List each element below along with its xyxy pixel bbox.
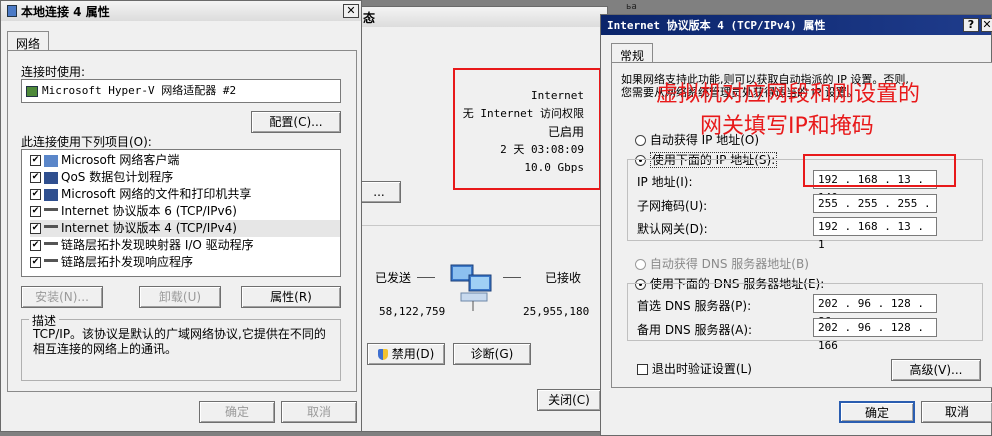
adapter-titlebar: 本地连接 4 属性 — [1, 1, 361, 21]
sent-bytes: 58,122,759 — [379, 305, 446, 318]
uninstall-button[interactable]: 卸载(U) — [139, 286, 221, 308]
checkbox[interactable]: ✔ — [30, 223, 41, 234]
list-item[interactable]: ✔ QoS 数据包计划程序 — [30, 169, 340, 186]
annotation-line-1: 虚拟机对应网段和刚设置的 — [656, 82, 921, 107]
list-item[interactable]: ✔ Internet 协议版本 4 (TCP/IPv4) — [30, 220, 340, 237]
network-icon — [7, 5, 17, 17]
mask-label: 子网掩码(U): — [637, 199, 708, 213]
details-button[interactable]: ... — [357, 181, 401, 203]
list-item[interactable]: ✔ Microsoft 网络客户端 — [30, 152, 340, 169]
gateway-label: 默认网关(D): — [637, 222, 708, 236]
checkbox[interactable]: ✔ — [30, 172, 41, 183]
ok-button[interactable]: 确定 — [839, 401, 915, 423]
received-line — [503, 277, 521, 278]
tab-general[interactable]: 常规 — [611, 43, 654, 63]
service-icon — [44, 171, 58, 184]
protocol-icon — [44, 242, 58, 245]
disable-button[interactable]: 禁用(D) — [367, 343, 445, 365]
ipv4-title: Internet 协议版本 4 (TCP/IPv4) 属性 — [607, 19, 826, 32]
advanced-button[interactable]: 高级(V)... — [891, 359, 981, 381]
alternate-dns-label: 备用 DNS 服务器(A): — [637, 323, 753, 337]
adapter-name-field: Microsoft Hyper-V 网络适配器 #2 — [21, 79, 341, 103]
list-item[interactable]: ✔ 链路层拓扑发现响应程序 — [30, 254, 340, 271]
checkbox[interactable]: ✔ — [30, 155, 41, 166]
radio-auto-dns[interactable] — [635, 259, 646, 270]
preferred-dns-label: 首选 DNS 服务器(P): — [637, 299, 752, 313]
received-bytes: 25,955,180 — [523, 305, 590, 318]
annotation-line-2: 网关填写IP和掩码 — [700, 114, 874, 139]
service-icon — [44, 188, 58, 201]
client-icon — [44, 154, 58, 167]
ok-button[interactable]: 确定 — [199, 401, 275, 423]
shield-icon — [377, 349, 388, 360]
checkbox[interactable]: ✔ — [30, 240, 41, 251]
default-gateway-field[interactable]: 192 . 168 . 13 . 1 — [813, 217, 937, 251]
checkbox[interactable]: ✔ — [30, 189, 41, 200]
items-label: 此连接使用下列项目(O): — [21, 135, 152, 149]
received-label: 已接收 — [545, 271, 582, 285]
help-icon[interactable]: ? — [963, 18, 979, 32]
tab-network[interactable]: 网络 — [7, 31, 50, 51]
adapter-icon — [26, 85, 38, 97]
protocol-icon — [44, 208, 58, 211]
close-icon[interactable]: ✕ — [343, 4, 359, 18]
network-computers-icon — [447, 261, 499, 311]
subnet-mask-field[interactable]: 255 . 255 . 255 . 0 — [813, 194, 937, 228]
status-titlebar: 态 — [359, 7, 607, 27]
validate-on-exit-option[interactable]: 退出时验证设置(L) — [637, 360, 752, 377]
sent-label: 已发送 — [375, 271, 412, 285]
ip-highlight-box — [803, 154, 956, 187]
list-item[interactable]: ✔ Internet 协议版本 6 (TCP/IPv6) — [30, 203, 340, 220]
sent-line — [417, 277, 435, 278]
list-item[interactable]: ✔ 链路层拓扑发现映射器 I/O 驱动程序 — [30, 237, 340, 254]
alternate-dns-field[interactable]: 202 . 96 . 128 . 166 — [813, 318, 937, 352]
protocol-icon — [44, 225, 58, 228]
adapter-properties-window: 本地连接 4 属性 ✕ 网络 连接时使用: Microsoft Hyper-V … — [0, 0, 362, 432]
cancel-button[interactable]: 取消 — [281, 401, 357, 423]
connect-using-label: 连接时使用: — [21, 65, 86, 79]
preferred-dns-field[interactable]: 202 . 96 . 128 . 86 — [813, 294, 937, 328]
diagnose-button[interactable]: 诊断(G) — [453, 343, 531, 365]
checkbox[interactable]: ✔ — [30, 206, 41, 217]
auto-dns-option[interactable]: 自动获得 DNS 服务器地址(B) — [635, 255, 809, 272]
adapter-title: 本地连接 4 属性 — [21, 4, 110, 19]
components-list: ✔ Microsoft 网络客户端 ✔ QoS 数据包计划程序 ✔ Microsoft… — [21, 149, 341, 277]
checkbox[interactable]: ✔ — [30, 257, 41, 268]
close-icon[interactable]: ✕ — [981, 18, 992, 32]
background-stub-text: ьа — [626, 2, 637, 12]
properties-button[interactable]: 属性(R) — [241, 286, 341, 308]
protocol-icon — [44, 259, 58, 262]
ipv4-properties-window: Internet 协议版本 4 (TCP/IPv4) 属性 ? ✕ 常规 如果网… — [600, 14, 992, 436]
list-item[interactable]: ✔ Microsoft 网络的文件和打印机共享 — [30, 186, 340, 203]
configure-button[interactable]: 配置(C)... — [251, 111, 341, 133]
description-text: TCP/IP。该协议是默认的广域网络协议,它提供在不同的相互连接的网络上的通讯。 — [33, 327, 326, 356]
install-button[interactable]: 安装(N)... — [21, 286, 103, 308]
status-title: 态 — [363, 10, 376, 25]
radio-auto-ip[interactable] — [635, 135, 646, 146]
ipv4-titlebar: Internet 协议版本 4 (TCP/IPv4) 属性 — [601, 15, 991, 35]
validate-checkbox[interactable] — [637, 364, 648, 375]
close-button[interactable]: 关闭(C) — [537, 389, 601, 411]
activity-separator — [359, 225, 609, 226]
cancel-button[interactable]: 取消 — [921, 401, 992, 423]
status-highlight-box — [453, 68, 601, 190]
ip-label: IP 地址(I): — [637, 175, 693, 189]
